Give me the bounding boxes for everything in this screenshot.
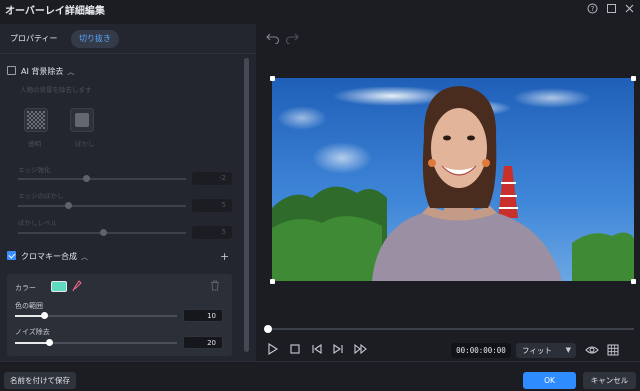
- noise-removal-label: ノイズ除去: [15, 328, 50, 336]
- add-icon[interactable]: +: [220, 250, 229, 263]
- checkerboard-icon: [27, 111, 45, 129]
- close-icon[interactable]: [624, 3, 635, 14]
- tab-crop[interactable]: 切り抜き: [71, 30, 119, 48]
- video-preview[interactable]: [272, 78, 634, 281]
- tab-bar: プロパティー 切り抜き: [0, 24, 256, 54]
- eye-icon[interactable]: [585, 345, 599, 357]
- blur-level-value[interactable]: 5: [192, 226, 232, 239]
- prev-frame-icon[interactable]: [311, 343, 323, 358]
- eyedropper-icon[interactable]: [72, 280, 82, 294]
- edge-enhance-slider[interactable]: [18, 178, 186, 180]
- chroma-key-label: クロマキー合成: [21, 252, 77, 261]
- play-icon[interactable]: [268, 343, 279, 358]
- zoom-select-value: フィット: [522, 346, 552, 355]
- noise-removal-fill: [15, 342, 50, 344]
- edge-enhance-thumb[interactable]: [83, 175, 90, 182]
- chroma-key-checkbox[interactable]: [7, 251, 16, 260]
- svg-text:?: ?: [591, 5, 595, 13]
- blur-label: ぼかし: [75, 140, 95, 148]
- chevron-up-icon[interactable]: ︿: [81, 251, 88, 263]
- edge-blur-slider[interactable]: [18, 205, 186, 207]
- blur-option[interactable]: [70, 108, 94, 132]
- edge-enhance-value[interactable]: -2: [192, 172, 232, 185]
- ai-bg-removal-header[interactable]: AI 背景除去 ︿: [7, 66, 74, 78]
- window-title: オーバーレイ詳細編集: [5, 6, 105, 17]
- chevron-down-icon: ▼: [565, 346, 571, 354]
- playhead-thumb[interactable]: [264, 325, 272, 333]
- maximize-icon[interactable]: [606, 3, 617, 14]
- resize-handle[interactable]: [270, 76, 275, 81]
- timeline-track[interactable]: [268, 328, 634, 330]
- blur-level-thumb[interactable]: [100, 229, 107, 236]
- edge-blur-label: エッジのぼかし: [18, 192, 64, 200]
- edge-blur-value[interactable]: 5: [192, 199, 232, 212]
- trash-icon[interactable]: [210, 280, 220, 293]
- save-as-button[interactable]: 名前を付けて保存: [4, 372, 76, 389]
- footer-bar: 名前を付けて保存 OK キャンセル: [0, 361, 640, 391]
- blur-icon: [75, 113, 89, 127]
- tab-properties[interactable]: プロパティー: [2, 30, 66, 48]
- noise-removal-thumb[interactable]: [46, 339, 53, 346]
- transparent-label: 透明: [28, 140, 41, 148]
- stop-icon[interactable]: [290, 343, 300, 358]
- preview-image: [272, 78, 634, 281]
- noise-removal-value[interactable]: 20: [183, 336, 223, 349]
- color-range-label: 色の範囲: [15, 302, 43, 310]
- resize-handle[interactable]: [631, 279, 636, 284]
- ai-bg-removal-checkbox[interactable]: [7, 66, 16, 75]
- redo-icon[interactable]: [285, 32, 299, 46]
- ai-bg-removal-hint: 人物の背景を除去します: [20, 86, 92, 94]
- undo-icon[interactable]: [266, 32, 280, 46]
- next-frame-icon[interactable]: [332, 343, 344, 358]
- blur-level-label: ぼかしレベル: [18, 219, 57, 227]
- chroma-key-header[interactable]: クロマキー合成 ︿: [7, 251, 88, 263]
- zoom-select[interactable]: フィット ▼: [516, 343, 576, 358]
- title-bar: オーバーレイ詳細編集 ?: [0, 0, 640, 18]
- ai-bg-removal-label: AI 背景除去: [21, 67, 64, 76]
- color-label: カラー: [15, 284, 36, 292]
- color-swatch[interactable]: [51, 281, 67, 292]
- transparent-option[interactable]: [24, 108, 48, 132]
- color-range-thumb[interactable]: [41, 312, 48, 319]
- resize-handle[interactable]: [631, 76, 636, 81]
- edge-blur-thumb[interactable]: [65, 202, 72, 209]
- fast-forward-icon[interactable]: [354, 343, 368, 358]
- resize-handle[interactable]: [270, 279, 275, 284]
- scrollbar[interactable]: [244, 58, 249, 352]
- edge-enhance-label: エッジ強化: [18, 166, 51, 174]
- color-range-value[interactable]: 10: [183, 309, 223, 322]
- chroma-key-card: カラー 色の範囲 10 ノイズ除去 20: [7, 274, 232, 356]
- ok-button[interactable]: OK: [523, 372, 576, 389]
- grid-icon[interactable]: [607, 344, 619, 358]
- help-icon[interactable]: ?: [587, 3, 598, 14]
- cancel-button[interactable]: キャンセル: [583, 372, 636, 389]
- timecode-display[interactable]: 00:00:00:00: [451, 343, 511, 358]
- chevron-up-icon[interactable]: ︿: [67, 66, 74, 78]
